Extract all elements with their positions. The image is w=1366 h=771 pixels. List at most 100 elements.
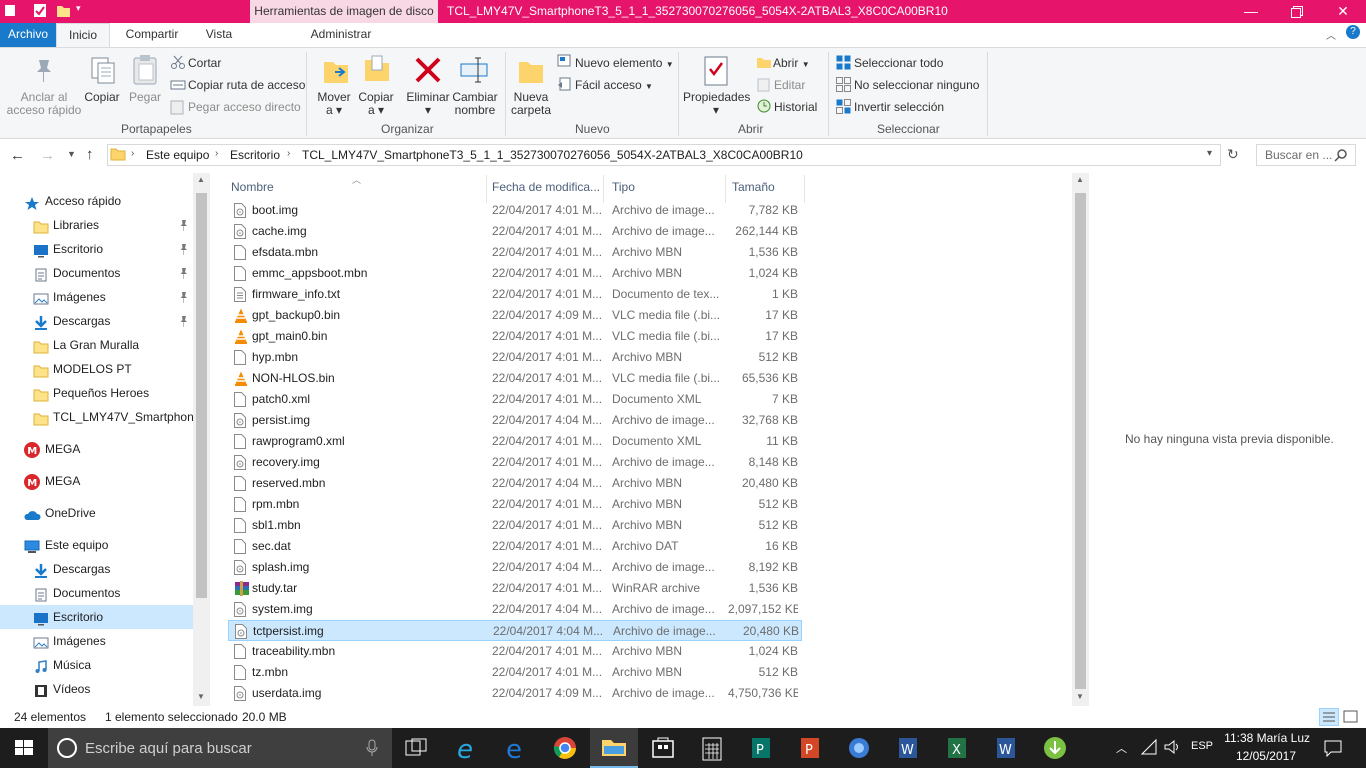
file-row[interactable]: recovery.img 22/04/2017 4:01 M... Archivo … <box>228 452 802 473</box>
word-icon[interactable]: W <box>884 728 932 768</box>
tab-archivo[interactable]: Archivo <box>0 23 56 47</box>
file-row[interactable]: sec.dat 22/04/2017 4:01 M... Archivo DAT 16… <box>228 536 802 557</box>
collapse-ribbon-icon[interactable]: ︿ <box>1326 27 1336 42</box>
nav-item[interactable]: OneDrive <box>0 501 193 525</box>
powerpoint-icon[interactable]: P <box>786 728 834 768</box>
tab-administrar[interactable]: Administrar <box>296 23 386 47</box>
nav-item[interactable]: M MEGA <box>0 437 193 461</box>
new-folder-icon[interactable] <box>56 3 70 19</box>
breadcrumb-current-folder[interactable]: TCL_LMY47V_SmartphoneT3_5_1_1_3527300702… <box>302 148 803 162</box>
file-explorer-icon[interactable] <box>590 728 638 768</box>
taskbar-search-box[interactable]: Escribe aquí para buscar <box>48 728 392 768</box>
scroll-down-icon[interactable]: ▼ <box>197 692 205 701</box>
file-row[interactable]: cache.img 22/04/2017 4:01 M... Archivo de … <box>228 221 802 242</box>
minimize-button[interactable]: — <box>1228 0 1274 23</box>
no-seleccionar-ninguno-button[interactable]: No seleccionar ninguno <box>854 78 979 92</box>
clock-time[interactable]: 11:38 María Luz <box>1222 731 1310 745</box>
facil-acceso-button[interactable]: Fácil acceso ▼ <box>575 78 653 94</box>
file-row[interactable]: rpm.mbn 22/04/2017 4:01 M... Archivo MBN 51… <box>228 494 802 515</box>
file-row[interactable]: persist.img 22/04/2017 4:04 M... Archivo d… <box>228 410 802 431</box>
file-row[interactable]: NON-HLOS.bin 22/04/2017 4:01 M... VLC medi… <box>228 368 802 389</box>
file-row[interactable]: system.img 22/04/2017 4:04 M... Archivo de… <box>228 599 802 620</box>
excel-icon[interactable]: X <box>933 728 981 768</box>
file-row[interactable]: emmc_appsboot.mbn 22/04/2017 4:01 M... Arc… <box>228 263 802 284</box>
quick-access-folder-icon[interactable] <box>4 3 18 19</box>
historial-button[interactable]: Historial <box>774 100 817 114</box>
file-row[interactable]: gpt_backup0.bin 22/04/2017 4:09 M... VLC m… <box>228 305 802 326</box>
nueva-carpeta-button[interactable]: Nueva carpeta <box>511 91 551 117</box>
mover-a-button[interactable]: Mover a ▾ <box>315 91 353 117</box>
store-icon[interactable] <box>639 728 687 768</box>
nav-scrollbar[interactable]: ▲ ▼ <box>193 173 210 706</box>
nav-item[interactable]: Pequeños Heroes <box>0 381 193 405</box>
language-indicator[interactable]: ESP <box>1191 740 1213 752</box>
column-divider[interactable] <box>486 175 487 203</box>
properties-check-icon[interactable] <box>33 3 47 19</box>
copiar-a-button[interactable]: Copiar a ▾ <box>357 91 395 117</box>
internet-explorer-icon[interactable]: e <box>443 728 491 768</box>
show-hidden-icons-icon[interactable]: ︿ <box>1116 740 1127 756</box>
refresh-icon[interactable]: ↻ <box>1227 146 1239 163</box>
anclar-acceso-rapido-button[interactable]: Anclar al acceso rápido <box>6 91 82 117</box>
nav-item[interactable]: Acceso rápido <box>0 189 193 213</box>
large-icons-view-button[interactable] <box>1342 709 1360 725</box>
scroll-up-icon[interactable]: ▲ <box>197 175 205 184</box>
editar-button[interactable]: Editar <box>774 78 805 92</box>
column-header-type[interactable]: Tipo <box>612 180 635 194</box>
copiar-button[interactable]: Copiar <box>84 91 120 104</box>
tab-vista[interactable]: Vista <box>192 23 246 47</box>
customize-quick-access-icon[interactable]: ▾ <box>76 3 90 19</box>
nav-item[interactable]: Documentos <box>0 581 193 605</box>
column-divider[interactable] <box>725 175 726 203</box>
file-row[interactable]: firmware_info.txt 22/04/2017 4:01 M... Doc… <box>228 284 802 305</box>
list-scroll-thumb[interactable] <box>1075 193 1086 689</box>
breadcrumb-este-equipo[interactable]: Este equipo <box>146 148 209 162</box>
back-arrow-icon[interactable]: ← <box>10 147 25 164</box>
nav-scroll-thumb[interactable] <box>196 193 207 598</box>
nav-item[interactable]: Descargas <box>0 557 193 581</box>
chrome-icon[interactable] <box>541 728 589 768</box>
address-dropdown-icon[interactable]: ▾ <box>1207 148 1212 159</box>
nav-item[interactable]: Escritorio <box>0 237 193 261</box>
eliminar-button[interactable]: Eliminar ▾ <box>405 91 451 117</box>
nuevo-elemento-button[interactable]: Nuevo elemento ▼ <box>575 56 674 72</box>
file-row[interactable]: tctpersist.img 22/04/2017 4:04 M... Archiv… <box>228 620 802 641</box>
publisher-icon[interactable]: P <box>737 728 785 768</box>
forward-arrow-icon[interactable]: → <box>40 147 55 164</box>
clock-date[interactable]: 12/05/2017 <box>1222 749 1296 763</box>
notifications-icon[interactable] <box>1324 739 1342 760</box>
propiedades-button[interactable]: Propiedades ▾ <box>683 91 750 117</box>
start-button[interactable] <box>0 728 48 768</box>
file-row[interactable]: gpt_main0.bin 22/04/2017 4:01 M... VLC med… <box>228 326 802 347</box>
pegar-button[interactable]: Pegar <box>128 91 162 104</box>
cambiar-nombre-button[interactable]: Cambiar nombre <box>452 91 498 117</box>
calculator-icon[interactable] <box>688 728 736 768</box>
nav-item[interactable]: MODELOS PT <box>0 357 193 381</box>
help-icon[interactable]: ? <box>1346 25 1360 39</box>
file-list-scrollbar[interactable]: ▲ ▼ <box>1072 173 1089 706</box>
nav-item[interactable]: Documentos <box>0 261 193 285</box>
nav-item[interactable]: Escritorio <box>0 605 193 629</box>
column-header-size[interactable]: Tamaño <box>732 180 775 194</box>
nav-item[interactable]: Vídeos <box>0 677 193 701</box>
nav-item[interactable]: La Gran Muralla <box>0 333 193 357</box>
restore-button[interactable] <box>1274 0 1320 23</box>
nav-item[interactable]: Libraries <box>0 213 193 237</box>
nav-item[interactable]: Imágenes <box>0 629 193 653</box>
copiar-ruta-button[interactable]: Copiar ruta de acceso <box>188 78 305 92</box>
file-row[interactable]: boot.img 22/04/2017 4:01 M... Archivo de i… <box>228 200 802 221</box>
pegar-acceso-directo-button[interactable]: Pegar acceso directo <box>188 100 301 114</box>
file-row[interactable]: splash.img 22/04/2017 4:04 M... Archivo de… <box>228 557 802 578</box>
scroll-down-icon[interactable]: ▼ <box>1076 692 1084 701</box>
file-row[interactable]: patch0.xml 22/04/2017 4:01 M... Documento … <box>228 389 802 410</box>
nav-item[interactable]: M MEGA <box>0 469 193 493</box>
nav-item[interactable]: Música <box>0 653 193 677</box>
column-header-name[interactable]: Nombre <box>231 180 274 194</box>
cortar-button[interactable]: Cortar <box>188 56 221 70</box>
nav-item[interactable]: Descargas <box>0 309 193 333</box>
file-row[interactable]: rawprogram0.xml 22/04/2017 4:01 M... Docum… <box>228 431 802 452</box>
tab-inicio[interactable]: Inicio <box>56 23 110 47</box>
invertir-seleccion-button[interactable]: Invertir selección <box>854 100 944 114</box>
nav-item[interactable]: Este equipo <box>0 533 193 557</box>
column-divider[interactable] <box>804 175 805 203</box>
